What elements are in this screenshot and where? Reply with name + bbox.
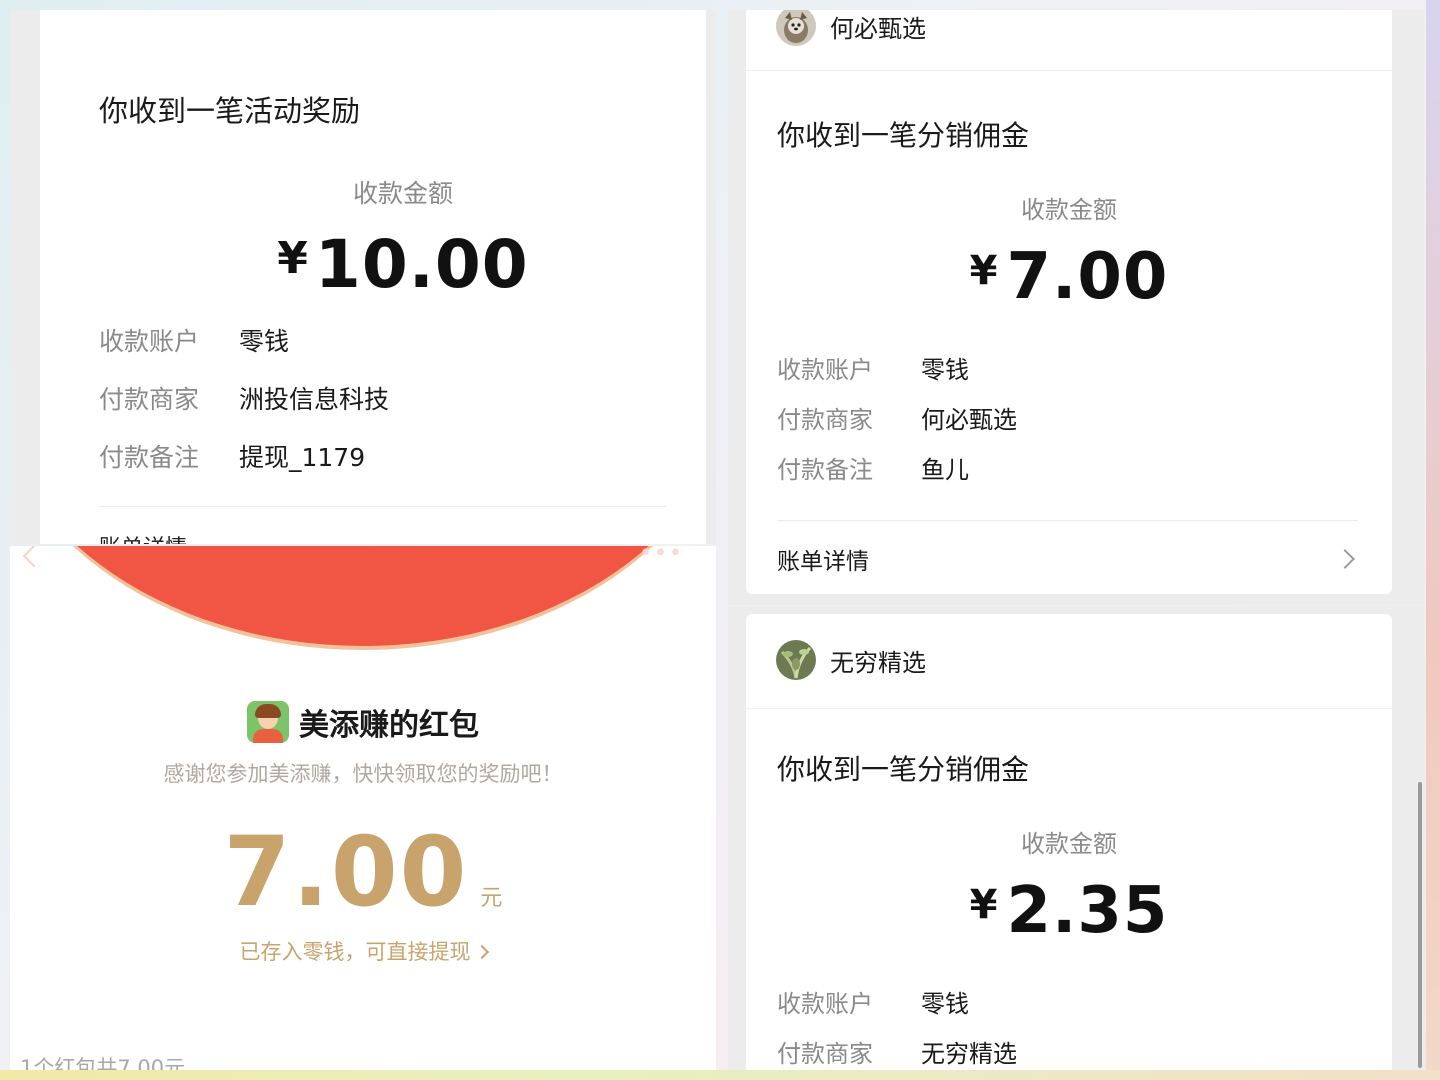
row-value: 零钱	[239, 327, 290, 356]
merchant-header: 何必甄选	[776, 10, 926, 46]
amount-label: 收款金额	[1021, 196, 1117, 224]
receipt-row-account: 收款账户 零钱	[99, 322, 289, 358]
red-packet-title: 美添赚的红包	[299, 708, 479, 743]
back-arrow-icon[interactable]	[22, 546, 46, 568]
background-edge-right	[1426, 0, 1440, 1080]
reward-receipt-panel: 你收到一笔活动奖励 收款金额 ¥10.00 收款账户 零钱 付款商家 洲投信息科…	[10, 10, 716, 544]
merchant-header: 无穷精选	[776, 640, 926, 680]
receipt-row-note: 付款备注 提现_1179	[99, 438, 365, 474]
scrollbar[interactable]	[1418, 782, 1422, 1068]
receipt-title: 你收到一笔活动奖励	[99, 94, 361, 128]
plant-avatar-icon	[776, 640, 816, 680]
row-key: 付款商家	[99, 385, 200, 414]
row-key: 付款备注	[99, 443, 200, 472]
red-packet-title-row: 美添赚的红包	[10, 700, 716, 744]
dog-avatar-icon	[776, 10, 816, 46]
row-key: 付款备注	[777, 456, 873, 484]
amount-label: 收款金额	[1021, 830, 1117, 858]
red-packet-subtitle: 感谢您参加美添赚，快快领取您的奖励吧！	[163, 762, 563, 786]
divider	[746, 708, 1392, 709]
row-key: 付款商家	[777, 1040, 873, 1068]
currency-symbol: ¥	[969, 248, 999, 294]
receipt-row-note: 付款备注 鱼儿	[777, 450, 969, 485]
bill-detail-label: 账单详情	[777, 549, 869, 575]
currency-symbol: ¥	[277, 233, 309, 284]
divider	[746, 70, 1392, 71]
merchant-avatar	[776, 640, 816, 680]
receipt-title: 你收到一笔分销佣金	[777, 753, 1030, 786]
merchant-name: 无穷精选	[830, 648, 926, 677]
amount-unit: 元	[480, 886, 503, 911]
row-key: 收款账户	[777, 356, 873, 384]
row-value: 鱼儿	[921, 456, 969, 484]
merchant-name: 何必甄选	[830, 14, 926, 43]
row-value: 何必甄选	[921, 406, 1017, 434]
merchant-avatar	[776, 10, 816, 46]
commission-receipt-panel-1: 何必甄选 你收到一笔分销佣金 收款金额 ¥7.00 收款账户 零钱 付款商家 何…	[728, 10, 1424, 605]
row-key: 收款账户	[777, 990, 873, 1018]
row-value: 零钱	[921, 356, 969, 384]
amount-number: 2.35	[1006, 874, 1169, 948]
amount-number: 10.00	[314, 226, 529, 303]
more-options-icon[interactable]: •••	[639, 546, 684, 565]
red-packet-header	[10, 546, 716, 646]
receipt-row-merchant: 付款商家 无穷精选	[777, 1034, 1017, 1069]
meitianzhuan-logo-icon	[247, 701, 289, 743]
currency-symbol: ¥	[969, 882, 999, 928]
row-key: 付款商家	[777, 406, 873, 434]
receipt-row-account: 收款账户 零钱	[777, 350, 969, 385]
commission-receipt-card-1: 何必甄选 你收到一笔分销佣金 收款金额 ¥7.00 收款账户 零钱 付款商家 何…	[746, 10, 1392, 594]
amount-value: ¥2.35	[746, 874, 1392, 948]
red-packet-summary: 1个红包共7.00元	[20, 1056, 186, 1070]
amount-label: 收款金额	[352, 179, 453, 208]
receipt-row-merchant: 付款商家 何必甄选	[777, 400, 1017, 435]
bill-detail-row[interactable]: 账单详情	[777, 542, 1358, 576]
divider	[99, 506, 666, 507]
row-key: 收款账户	[99, 327, 200, 356]
background-edge-bottom	[0, 1070, 1440, 1080]
bill-detail-link[interactable]: 账单详情	[99, 530, 187, 544]
row-value: 提现_1179	[239, 443, 366, 472]
receipt-row-account: 收款账户 零钱	[777, 984, 969, 1019]
reward-receipt-card: 你收到一笔活动奖励 收款金额 ¥10.00 收款账户 零钱 付款商家 洲投信息科…	[40, 10, 706, 544]
withdraw-link[interactable]: 已存入零钱，可直接提现	[10, 936, 716, 966]
commission-receipt-card-2: 无穷精选 你收到一笔分销佣金 收款金额 ¥2.35 收款账户 零钱 付款商家 无…	[746, 614, 1392, 1070]
amount-value: ¥7.00	[746, 240, 1392, 314]
row-value: 无穷精选	[921, 1040, 1017, 1068]
receipt-title: 你收到一笔分销佣金	[777, 119, 1030, 152]
commission-receipt-panel-2: 无穷精选 你收到一笔分销佣金 收款金额 ¥2.35 收款账户 零钱 付款商家 无…	[728, 606, 1424, 1070]
chevron-right-icon	[1335, 549, 1355, 569]
amount-value: ¥10.00	[40, 226, 716, 303]
amount-number: 7.00	[1006, 240, 1169, 314]
divider	[777, 520, 1358, 521]
red-packet-panel: ••• 美添赚的红包 感谢您参加美添赚，快快领取您的奖励吧！ 7.00 元 已存…	[10, 546, 716, 1070]
chevron-right-icon	[474, 944, 489, 960]
amount-number: 7.00	[223, 816, 469, 928]
red-packet-amount: 7.00 元	[10, 816, 716, 928]
row-value: 零钱	[921, 990, 969, 1018]
row-value: 洲投信息科技	[239, 385, 390, 414]
withdraw-link-label: 已存入零钱，可直接提现	[239, 940, 471, 964]
receipt-row-merchant: 付款商家 洲投信息科技	[99, 380, 389, 416]
